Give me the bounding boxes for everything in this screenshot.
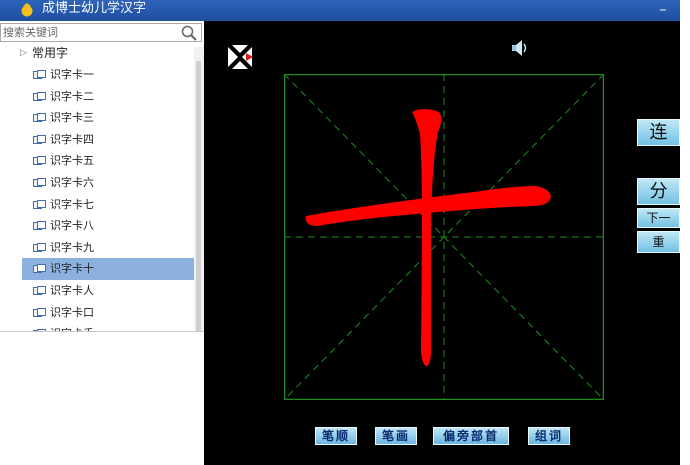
tree-item[interactable]: 识字卡五 bbox=[0, 150, 196, 172]
card-icon bbox=[33, 307, 46, 317]
title-bar: 成博士幼儿学汉字 – bbox=[0, 0, 680, 21]
card-icon bbox=[33, 242, 46, 252]
tree-item-label: 识字卡七 bbox=[50, 197, 94, 211]
search-box bbox=[0, 23, 202, 42]
card-icon bbox=[33, 70, 46, 79]
scrollbar-thumb[interactable] bbox=[196, 61, 201, 331]
sidebar: ▷ 常用字 识字卡一识字卡二识字卡三识字卡四识字卡五识字卡六识字卡七识字卡八识字… bbox=[0, 21, 205, 332]
tree-item-label: 识字卡人 bbox=[50, 283, 94, 297]
tree-item[interactable]: 识字卡四 bbox=[0, 129, 196, 151]
split-button[interactable]: 分 bbox=[637, 178, 680, 205]
next-button[interactable]: 下一 bbox=[637, 208, 680, 228]
card-icon bbox=[33, 156, 46, 166]
character-grid bbox=[284, 74, 604, 400]
card-icon bbox=[33, 285, 46, 295]
tree-item[interactable]: 识字卡二 bbox=[0, 86, 196, 108]
card-icon bbox=[33, 91, 46, 101]
tree-item[interactable]: 识字卡手 bbox=[0, 323, 196, 331]
card-icon bbox=[33, 199, 46, 209]
tree-item-label: 识字卡三 bbox=[50, 111, 94, 125]
minimize-button[interactable]: – bbox=[656, 3, 670, 17]
tree-item[interactable]: 识字卡七 bbox=[0, 194, 196, 216]
connect-button[interactable]: 连 bbox=[637, 119, 680, 146]
tree-item[interactable]: 识字卡十 bbox=[22, 258, 204, 280]
card-tree: ▷ 常用字 识字卡一识字卡二识字卡三识字卡四识字卡五识字卡六识字卡七识字卡八识字… bbox=[0, 43, 204, 331]
search-input[interactable] bbox=[1, 24, 173, 41]
radicals-button[interactable]: 偏旁部首 bbox=[433, 427, 509, 445]
card-icon bbox=[33, 329, 46, 331]
tree-item-label: 识字卡五 bbox=[50, 154, 94, 168]
tree-item-label: 识字卡四 bbox=[50, 132, 94, 146]
speaker-icon[interactable] bbox=[510, 38, 528, 58]
character-stage: 连 分 下一 重 笔顺 笔画 偏旁部首 组词 bbox=[204, 21, 680, 465]
tree-item-label: 识字卡二 bbox=[50, 89, 94, 103]
tree-item[interactable]: 识字卡六 bbox=[0, 172, 196, 194]
tree-category-common[interactable]: ▷ 常用字 bbox=[0, 43, 196, 64]
card-icon bbox=[33, 134, 46, 144]
tree-item-label: 识字卡一 bbox=[50, 68, 94, 81]
tree-item[interactable]: 识字卡三 bbox=[0, 107, 196, 129]
card-icon bbox=[33, 264, 46, 274]
search-icon[interactable] bbox=[181, 25, 197, 41]
words-button[interactable]: 组词 bbox=[528, 427, 570, 445]
sidebar-scrollbar[interactable] bbox=[194, 47, 204, 331]
tree-item-label: 识字卡手 bbox=[50, 327, 94, 331]
app-logo-icon bbox=[21, 3, 33, 17]
tree-item[interactable]: 识字卡口 bbox=[0, 302, 196, 324]
category-label: 常用字 bbox=[32, 46, 69, 60]
shuffle-icon[interactable] bbox=[226, 43, 254, 71]
tree-item-label: 识字卡口 bbox=[50, 305, 94, 319]
expand-icon[interactable]: ▷ bbox=[20, 43, 27, 64]
tree-item-label: 识字卡十 bbox=[50, 262, 94, 276]
tree-item[interactable]: 识字卡九 bbox=[0, 237, 196, 259]
card-icon bbox=[33, 177, 46, 187]
tree-item[interactable]: 识字卡一 bbox=[0, 64, 196, 86]
tree-item[interactable]: 识字卡人 bbox=[0, 280, 196, 302]
tree-item[interactable]: 识字卡八 bbox=[0, 215, 196, 237]
window-title: 成博士幼儿学汉字 bbox=[42, 1, 147, 16]
tree-item-label: 识字卡九 bbox=[50, 240, 94, 254]
card-icon bbox=[33, 221, 46, 231]
tree-item-label: 识字卡六 bbox=[50, 175, 94, 189]
stroke-order-button[interactable]: 笔顺 bbox=[315, 427, 357, 445]
redo-button[interactable]: 重 bbox=[637, 231, 680, 253]
card-icon bbox=[33, 113, 46, 123]
tree-item-label: 识字卡八 bbox=[50, 219, 94, 233]
strokes-button[interactable]: 笔画 bbox=[375, 427, 417, 445]
